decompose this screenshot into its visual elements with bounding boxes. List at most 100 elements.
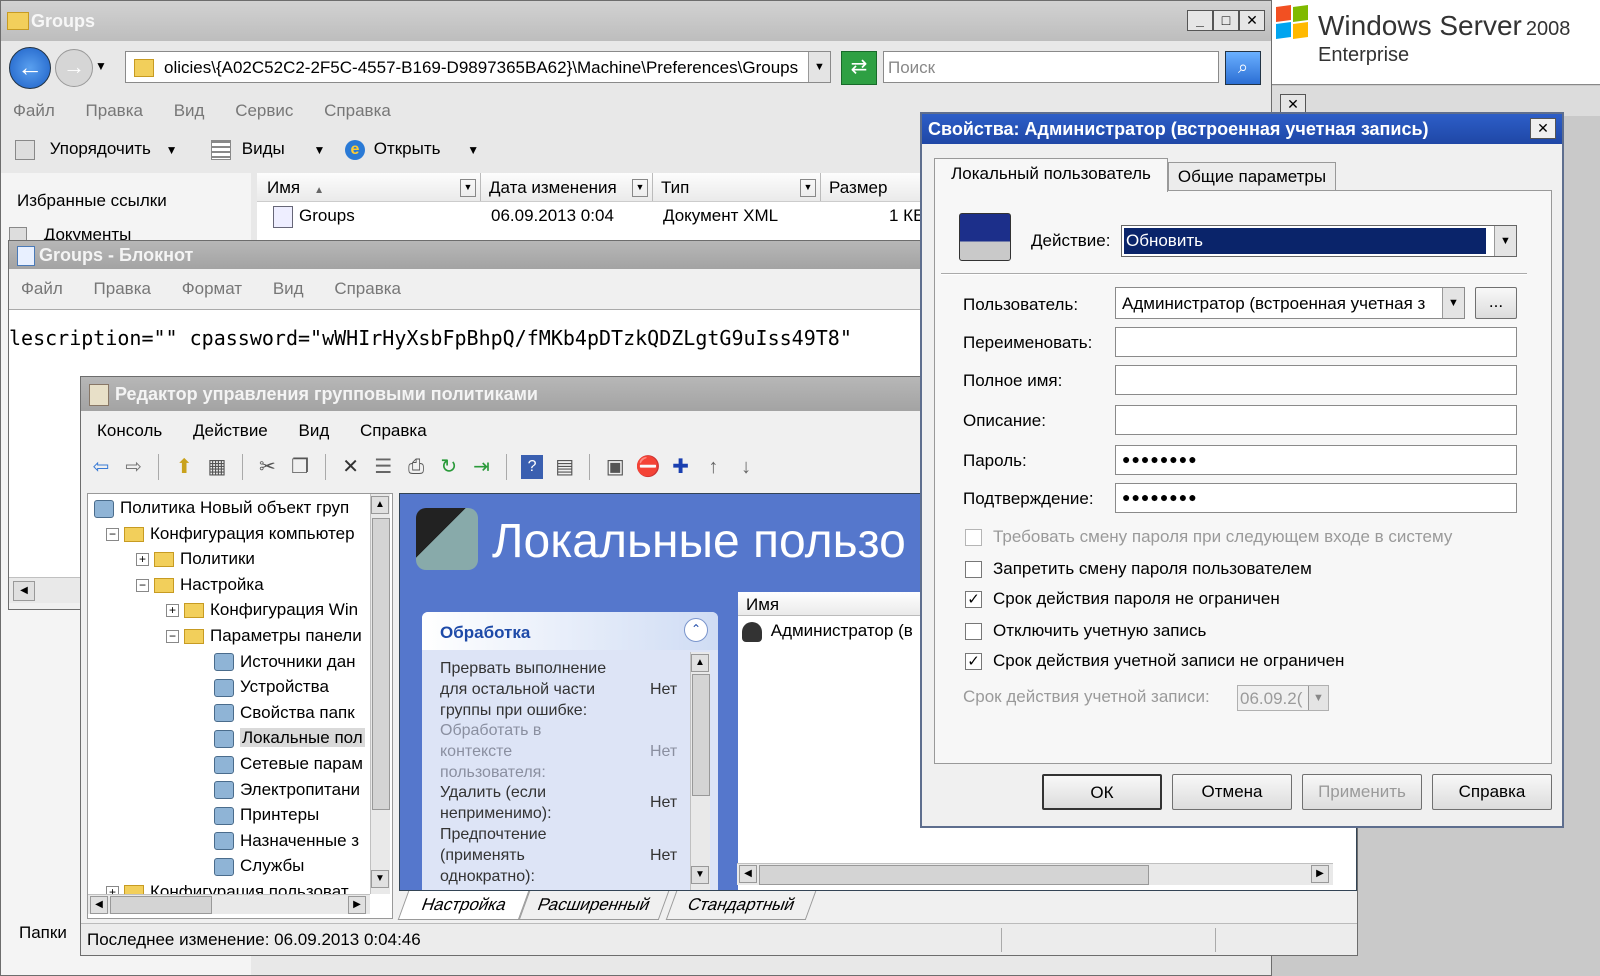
browse-user-button[interactable]: ... xyxy=(1475,287,1517,319)
column-header-date[interactable]: Дата изменения ▼ xyxy=(481,173,653,201)
new-item-icon[interactable]: ▣ xyxy=(601,453,629,481)
tree-item[interactable]: Параметры панели xyxy=(184,624,362,648)
tab-extended[interactable]: Расширенный xyxy=(517,891,670,920)
up-folder-icon[interactable]: ⬆ xyxy=(170,453,198,481)
search-button[interactable]: ⌕ xyxy=(1225,51,1261,85)
menu-console[interactable]: Консоль xyxy=(97,421,162,441)
views-button[interactable]: Виды ▼ xyxy=(211,139,325,160)
menu-service[interactable]: Сервис xyxy=(235,101,293,121)
tree-vertical-scrollbar[interactable]: ▲ ▼ xyxy=(370,494,390,894)
collapse-icon[interactable]: − xyxy=(106,527,119,541)
apply-button[interactable]: Применить xyxy=(1302,774,1422,810)
favorites-header[interactable]: Избранные ссылки xyxy=(17,191,167,211)
checkbox-box[interactable]: ✓ xyxy=(965,591,982,608)
search-input[interactable]: Поиск xyxy=(883,51,1219,83)
close-button[interactable]: ✕ xyxy=(1239,10,1265,31)
forward-button[interactable]: → xyxy=(55,49,93,87)
properties-icon[interactable]: ☰ xyxy=(369,453,397,481)
column-header-type[interactable]: Тип ▼ xyxy=(653,173,821,201)
tab-settings[interactable]: Настройка xyxy=(397,891,530,920)
tree-item[interactable]: Политики xyxy=(154,547,255,571)
tree-item[interactable]: Свойства папк xyxy=(214,701,355,725)
column-filter-icon[interactable]: ▼ xyxy=(632,179,648,197)
description-input[interactable] xyxy=(1115,405,1517,435)
menu-file[interactable]: Файл xyxy=(21,279,63,299)
checkbox-require-change[interactable]: Требовать смену пароля при следующем вхо… xyxy=(965,527,1452,547)
refresh-button[interactable]: ⇄ xyxy=(841,51,877,85)
user-select[interactable]: Администратор (встроенная учетная з ▼ xyxy=(1115,287,1465,319)
scroll-up-icon[interactable]: ▲ xyxy=(371,496,389,514)
tree-item[interactable]: Источники дан xyxy=(214,650,356,674)
notepad-titlebar[interactable]: Groups - Блокнот xyxy=(9,241,947,269)
tree-horizontal-scrollbar[interactable]: ◀ ▶ xyxy=(88,894,370,914)
scroll-thumb[interactable] xyxy=(692,674,710,796)
tree-item[interactable]: Устройства xyxy=(214,675,329,699)
scroll-left-icon[interactable]: ◀ xyxy=(90,896,108,914)
checkbox-account-never-expires[interactable]: ✓ Срок действия учетной записи не ограни… xyxy=(965,651,1344,671)
action-select[interactable]: Обновить ▼ xyxy=(1121,225,1517,257)
address-dropdown-icon[interactable]: ▼ xyxy=(808,52,830,82)
tree-item[interactable]: Локальные пол xyxy=(214,726,365,750)
menu-help[interactable]: Справка xyxy=(334,279,401,299)
tab-local-user[interactable]: Локальный пользователь xyxy=(934,158,1168,192)
tree-item[interactable]: Назначенные з xyxy=(214,829,359,853)
scroll-left-icon[interactable]: ◀ xyxy=(13,581,35,601)
scroll-thumb[interactable] xyxy=(372,518,390,810)
tree-item[interactable]: Конфигурация Win xyxy=(184,598,358,622)
menu-help[interactable]: Справка xyxy=(360,421,427,441)
close-button[interactable]: ✕ xyxy=(1530,118,1556,139)
history-dropdown-icon[interactable]: ▼ xyxy=(95,59,107,73)
checkbox-box[interactable] xyxy=(965,529,982,546)
folders-label[interactable]: Папки xyxy=(19,923,67,943)
scroll-left-icon[interactable]: ◀ xyxy=(739,865,757,883)
print-icon[interactable]: ⎙ xyxy=(402,453,430,481)
fullname-input[interactable] xyxy=(1115,365,1517,395)
cancel-button[interactable]: Отмена xyxy=(1172,774,1292,810)
collapse-icon[interactable]: ⌃ xyxy=(684,618,708,642)
delete-icon[interactable]: ✕ xyxy=(337,453,365,481)
checkbox-password-never-expires[interactable]: ✓ Срок действия пароля не ограничен xyxy=(965,589,1280,609)
back-button[interactable]: ← xyxy=(9,47,51,89)
column-header-name[interactable]: Имя ▲ ▼ xyxy=(257,173,481,201)
checkbox-box[interactable] xyxy=(965,623,982,640)
action-pane-icon[interactable]: ▤ xyxy=(551,453,579,481)
tree-item[interactable]: Политика Новый объект груп xyxy=(94,496,349,520)
checkbox-prevent-change[interactable]: Запретить смену пароля пользователем xyxy=(965,559,1312,579)
chevron-down-icon[interactable]: ▼ xyxy=(1494,226,1516,256)
menu-file[interactable]: Файл xyxy=(13,101,55,121)
tree-item[interactable]: Службы xyxy=(214,854,304,878)
checkbox-box[interactable]: ✓ xyxy=(965,653,982,670)
menu-view[interactable]: Вид xyxy=(299,421,330,441)
help-button[interactable]: Справка xyxy=(1432,774,1552,810)
scroll-right-icon[interactable]: ▶ xyxy=(1311,865,1329,883)
menu-action[interactable]: Действие xyxy=(193,421,268,441)
scroll-down-icon[interactable]: ▼ xyxy=(691,866,709,884)
scroll-right-icon[interactable]: ▶ xyxy=(348,896,366,914)
scroll-down-icon[interactable]: ▼ xyxy=(371,870,389,888)
open-button[interactable]: e Открыть ▼ xyxy=(345,139,479,160)
minimize-button[interactable]: _ xyxy=(1187,10,1213,31)
tree-item[interactable]: Принтеры xyxy=(214,803,319,827)
dialog-titlebar[interactable]: Свойства: Администратор (встроенная учет… xyxy=(922,114,1562,144)
help-icon[interactable]: ? xyxy=(521,455,544,479)
export-list-icon[interactable]: ⇥ xyxy=(468,453,496,481)
refresh-icon[interactable]: ↻ xyxy=(435,453,463,481)
list-item[interactable]: Администратор (в xyxy=(742,620,913,642)
expiry-date-picker[interactable]: 06.09.2( ▼ xyxy=(1237,685,1329,711)
tab-general-settings[interactable]: Общие параметры xyxy=(1168,162,1336,190)
processing-scrollbar[interactable]: ▲ ▼ xyxy=(690,652,710,890)
move-up-icon[interactable]: ↑ xyxy=(699,453,727,481)
add-icon[interactable]: ✚ xyxy=(667,453,695,481)
tab-standard[interactable]: Стандартный xyxy=(665,891,817,920)
organize-button[interactable]: Упорядочить ▼ xyxy=(15,139,178,160)
list-horizontal-scrollbar[interactable]: ◀ ▶ xyxy=(737,863,1333,885)
menu-view[interactable]: Вид xyxy=(174,101,205,121)
chevron-down-icon[interactable]: ▼ xyxy=(1308,686,1328,710)
menu-format[interactable]: Формат xyxy=(182,279,242,299)
scroll-thumb[interactable] xyxy=(110,896,212,914)
password-input[interactable]: ●●●●●●●● xyxy=(1115,445,1517,475)
confirm-input[interactable]: ●●●●●●●● xyxy=(1115,483,1517,513)
maximize-button[interactable]: □ xyxy=(1213,10,1239,31)
address-bar[interactable]: olicies\{A02C52C2-2F5C-4557-B169-D989736… xyxy=(125,51,831,83)
menu-edit[interactable]: Правка xyxy=(94,279,151,299)
